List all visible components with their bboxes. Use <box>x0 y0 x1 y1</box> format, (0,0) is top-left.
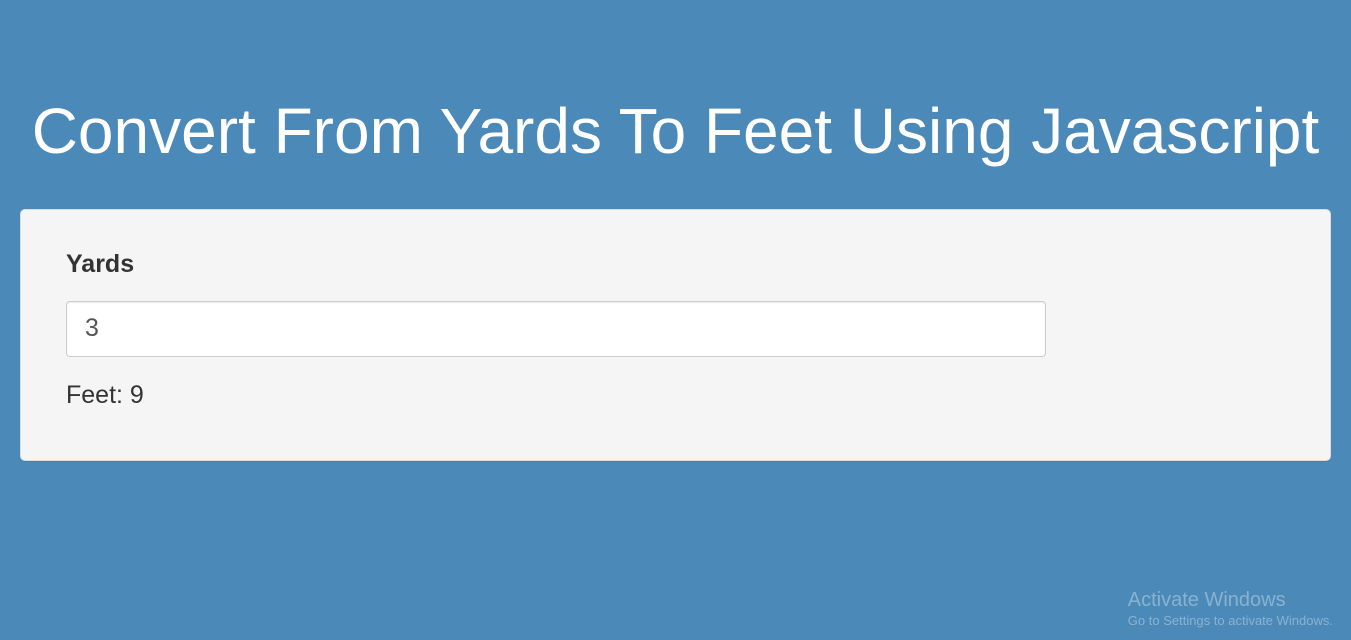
yards-label: Yards <box>66 250 1285 279</box>
watermark-subtitle: Go to Settings to activate Windows. <box>1128 613 1333 628</box>
yards-input[interactable] <box>66 301 1046 357</box>
feet-result: Feet: 9 <box>66 381 1285 410</box>
watermark-title: Activate Windows <box>1128 587 1333 613</box>
converter-panel: Yards Feet: 9 <box>20 209 1331 461</box>
page-title: Convert From Yards To Feet Using Javascr… <box>0 0 1351 209</box>
windows-activation-watermark: Activate Windows Go to Settings to activ… <box>1128 587 1333 628</box>
